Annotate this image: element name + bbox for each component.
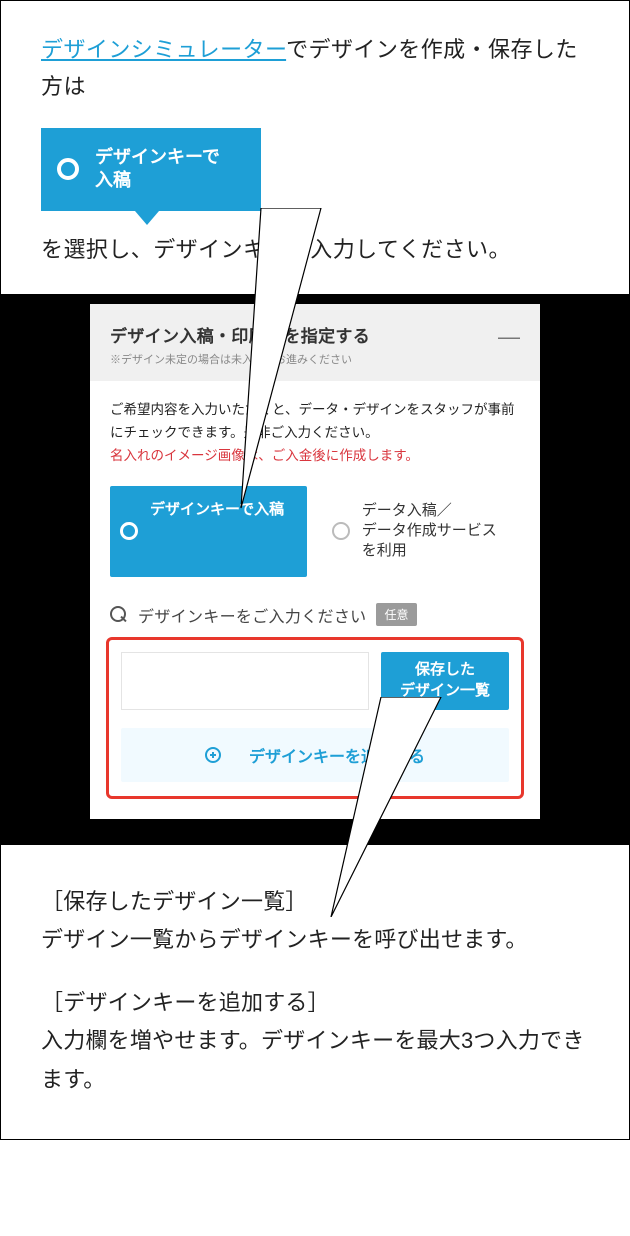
panel-title: デザイン入稿・印刷色を指定する [110,322,370,347]
radio-selected-icon [57,158,79,180]
panel-subtitle: ※デザイン未定の場合は未入力でお進みください [110,351,370,367]
design-key-input-label: デザインキーをご入力ください [138,603,366,627]
upload-option-row: デザインキーで入稿 データ入稿／ データ作成サービスを利用 [110,486,520,577]
chevron-down-icon [135,211,159,225]
plus-icon [205,747,221,763]
design-key-input[interactable] [121,652,369,710]
panel-body: ご希望内容を入力いただくと、データ・デザインをスタッフが事前にチェックできます。… [90,381,540,581]
panel-header-text: デザイン入稿・印刷色を指定する ※デザイン未定の場合は未入力でお進みください [110,322,370,367]
design-key-label-row: デザインキーをご入力ください 任意 [90,603,540,627]
screenshot-strip: デザイン入稿・印刷色を指定する ※デザイン未定の場合は未入力でお進みください —… [1,294,629,845]
top-callout: デザインシミュレーターでデザインを作成・保存した方は デザインキーで 入稿 を選… [1,1,629,294]
optional-badge: 任意 [376,603,416,626]
highlighted-input-area: 保存した デザイン一覧 デザインキーを追加する [106,637,524,799]
panel-body-warning: 名入れのイメージ画像は、ご入金後に作成します。 [110,445,520,468]
bottom-group2-body: 入力欄を増やせます。デザインキーを最大3つ入力できます。 [41,1022,589,1099]
bottom-group2-title: ［デザインキーを追加する］ [41,984,589,1023]
saved-design-list-button[interactable]: 保存した デザイン一覧 [381,652,509,710]
saved-design-list-label: 保存した デザイン一覧 [400,660,490,701]
top-intro-text: デザインシミュレーターでデザインを作成・保存した方は [41,31,589,106]
bottom-callout: ［保存したデザイン一覧］ デザイン一覧からデザインキーを呼び出せます。 ［デザイ… [1,845,629,1140]
design-upload-panel: デザイン入稿・印刷色を指定する ※デザイン未定の場合は未入力でお進みください —… [90,304,540,819]
radio-selected-icon [120,522,138,540]
bottom-group-add-key: ［デザインキーを追加する］ 入力欄を増やせます。デザインキーを最大3つ入力できま… [41,984,589,1100]
top-instruction-text: を選択し、デザインキーを入力してください。 [41,231,589,268]
design-key-button-label: デザインキーで 入稿 [95,147,220,190]
bottom-group1-title: ［保存したデザイン一覧］ [41,883,589,922]
bottom-group1-body: デザイン一覧からデザインキーを呼び出せます。 [41,921,589,960]
design-simulator-link[interactable]: デザインシミュレーター [41,37,286,62]
panel-body-line1: ご希望内容を入力いただくと、データ・デザインをスタッフが事前にチェックできます。… [110,399,520,445]
add-design-key-label: デザインキーを追加する [249,743,425,767]
design-key-input-row: 保存した デザイン一覧 [121,652,509,710]
option-data-upload-label: データ入稿／ データ作成サービスを利用 [362,502,497,560]
panel-header[interactable]: デザイン入稿・印刷色を指定する ※デザイン未定の場合は未入力でお進みください — [90,304,540,381]
option-design-key-label: デザインキーで入稿 [150,501,284,518]
design-key-submit-button[interactable]: デザインキーで 入稿 [41,128,261,211]
document-frame: デザインシミュレーターでデザインを作成・保存した方は デザインキーで 入稿 を選… [0,0,630,1140]
option-data-upload[interactable]: データ入稿／ データ作成サービスを利用 [321,486,520,577]
design-key-button-sample: デザインキーで 入稿 [41,128,261,211]
option-design-key[interactable]: デザインキーで入稿 [110,486,307,577]
collapse-icon[interactable]: — [498,322,520,348]
add-design-key-button[interactable]: デザインキーを追加する [121,728,509,782]
radio-unselected-icon [332,522,350,540]
bottom-group-saved-list: ［保存したデザイン一覧］ デザイン一覧からデザインキーを呼び出せます。 [41,883,589,960]
search-icon [110,606,128,624]
